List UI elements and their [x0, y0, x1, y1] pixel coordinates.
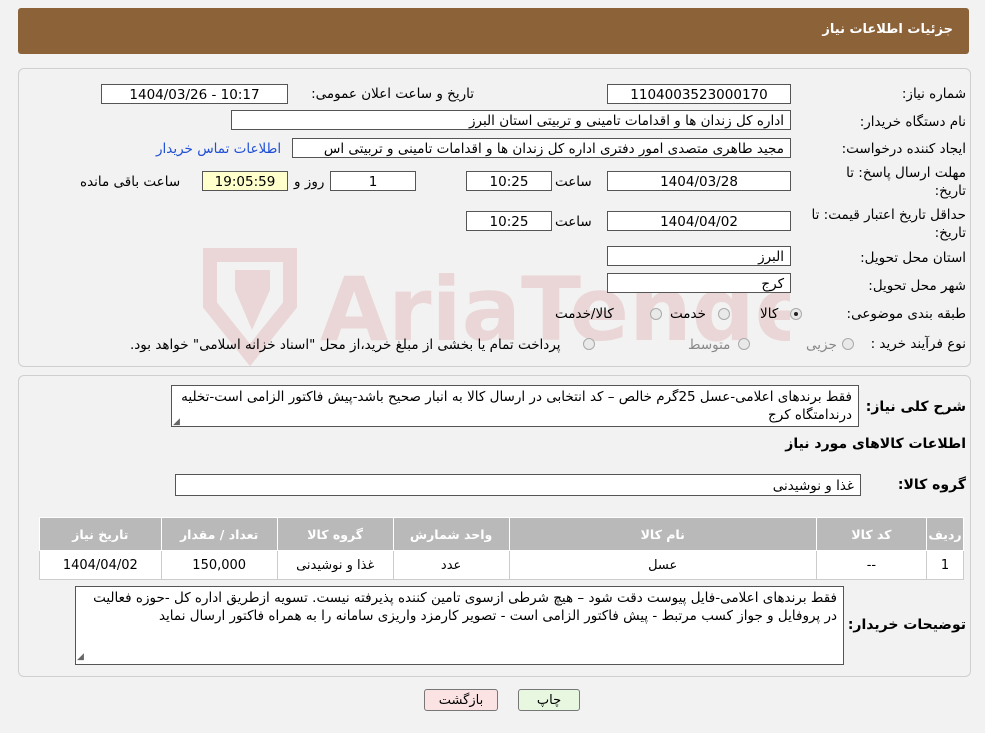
- days-label: روز و: [294, 174, 325, 190]
- buyer-notes-label: توضیحات خریدار:: [847, 617, 966, 633]
- items-table-wrapper: ردیف کد کالا نام کالا واحد شمارش گروه کا…: [39, 517, 964, 580]
- col-need-date: تاریخ نیاز: [39, 517, 162, 551]
- notes-resize-handle-icon: ◢: [77, 652, 84, 662]
- category-radio-goods[interactable]: [790, 308, 802, 320]
- col-code: کد کالا: [815, 517, 928, 551]
- announce-datetime-field: 1404/03/26 - 10:17: [101, 84, 288, 104]
- process-label: نوع فرآیند خرید :: [870, 336, 966, 352]
- process-checkbox-treasury[interactable]: [583, 338, 595, 350]
- col-name: نام کالا: [508, 517, 817, 551]
- col-row: ردیف: [926, 517, 964, 551]
- buyer-contact-link[interactable]: اطلاعات تماس خریدار: [156, 141, 281, 157]
- goods-section-title: اطلاعات کالاهای مورد نیاز: [785, 436, 966, 452]
- page-title: جزئیات اطلاعات نیاز: [822, 22, 953, 37]
- category-option-goods: کالا: [760, 306, 779, 322]
- deadline-time-field: 10:25: [466, 171, 552, 191]
- cell-group: غذا و نوشیدنی: [276, 550, 394, 580]
- process-option-minor: جزیی: [806, 337, 837, 353]
- deadline-date-field: 1404/03/28: [607, 171, 791, 191]
- col-group: گروه کالا: [276, 517, 394, 551]
- description-label: شرح کلی نیاز:: [865, 399, 966, 415]
- province-field: البرز: [607, 246, 791, 266]
- cell-need-date: 1404/04/02: [39, 550, 162, 580]
- buyer-org-field: اداره کل زندان ها و اقدامات تامینی و ترب…: [231, 110, 791, 130]
- category-label: طبقه بندی موضوعی:: [846, 306, 966, 322]
- remaining-time-label: ساعت باقی مانده: [80, 174, 181, 190]
- goods-group-label: گروه کالا:: [897, 477, 966, 493]
- requester-label: ایجاد کننده درخواست:: [841, 141, 966, 157]
- validity-label-date: تاریخ:: [934, 225, 966, 241]
- category-radio-service[interactable]: [718, 308, 730, 320]
- description-textarea[interactable]: فقط برندهای اعلامی-عسل 25گرم خالص – کد ا…: [171, 385, 859, 427]
- col-unit: واحد شمارش: [392, 517, 510, 551]
- cell-unit: عدد: [392, 550, 510, 580]
- deadline-label-date: تاریخ:: [934, 183, 966, 199]
- process-note: پرداخت تمام یا بخشی از مبلغ خرید،از محل …: [130, 337, 561, 353]
- goods-group-field: غذا و نوشیدنی: [175, 474, 861, 496]
- print-button[interactable]: چاپ: [518, 689, 580, 711]
- need-number-label: شماره نیاز:: [901, 86, 966, 102]
- requester-field: مجید طاهری متصدی امور دفتری اداره کل زند…: [292, 138, 791, 158]
- back-button[interactable]: بازگشت: [424, 689, 498, 711]
- buyer-org-label: نام دستگاه خریدار:: [859, 114, 966, 130]
- deadline-time-label: ساعت: [555, 174, 592, 190]
- table-row: 1 -- عسل عدد غذا و نوشیدنی 150,000 1404/…: [39, 550, 964, 580]
- cell-code: --: [815, 550, 928, 580]
- process-option-medium: متوسط: [688, 337, 731, 353]
- province-label: استان محل تحویل:: [860, 250, 966, 266]
- process-radio-medium[interactable]: [738, 338, 750, 350]
- need-number-field: 1104003523000170: [607, 84, 791, 104]
- category-option-service: خدمت: [670, 306, 706, 322]
- remaining-time-field: 19:05:59: [202, 171, 288, 191]
- table-header-row: ردیف کد کالا نام کالا واحد شمارش گروه کا…: [39, 517, 964, 551]
- city-label: شهر محل تحویل:: [868, 278, 966, 294]
- cell-quantity: 150,000: [160, 550, 278, 580]
- announce-label: تاریخ و ساعت اعلان عمومی:: [311, 86, 474, 102]
- category-option-goods-service: کالا/خدمت: [555, 306, 614, 322]
- validity-time-label: ساعت: [555, 214, 592, 230]
- deadline-label: مهلت ارسال پاسخ: تا: [846, 165, 966, 181]
- validity-date-field: 1404/04/02: [607, 211, 791, 231]
- col-quantity: تعداد / مقدار: [160, 517, 278, 551]
- buyer-notes-textarea[interactable]: فقط برندهای اعلامی-فایل پیوست دقت شود – …: [75, 586, 844, 665]
- days-remaining-field: 1: [330, 171, 416, 191]
- page-header: جزئیات اطلاعات نیاز: [18, 8, 969, 54]
- category-radio-goods-service[interactable]: [650, 308, 662, 320]
- cell-name: عسل: [508, 550, 817, 580]
- items-table: ردیف کد کالا نام کالا واحد شمارش گروه کا…: [39, 517, 964, 580]
- resize-handle-icon: ◢: [173, 417, 180, 427]
- cell-row: 1: [926, 550, 964, 580]
- validity-time-field: 10:25: [466, 211, 552, 231]
- validity-label: حداقل تاریخ اعتبار قیمت: تا: [811, 207, 966, 223]
- city-field: کرج: [607, 273, 791, 293]
- process-radio-minor[interactable]: [842, 338, 854, 350]
